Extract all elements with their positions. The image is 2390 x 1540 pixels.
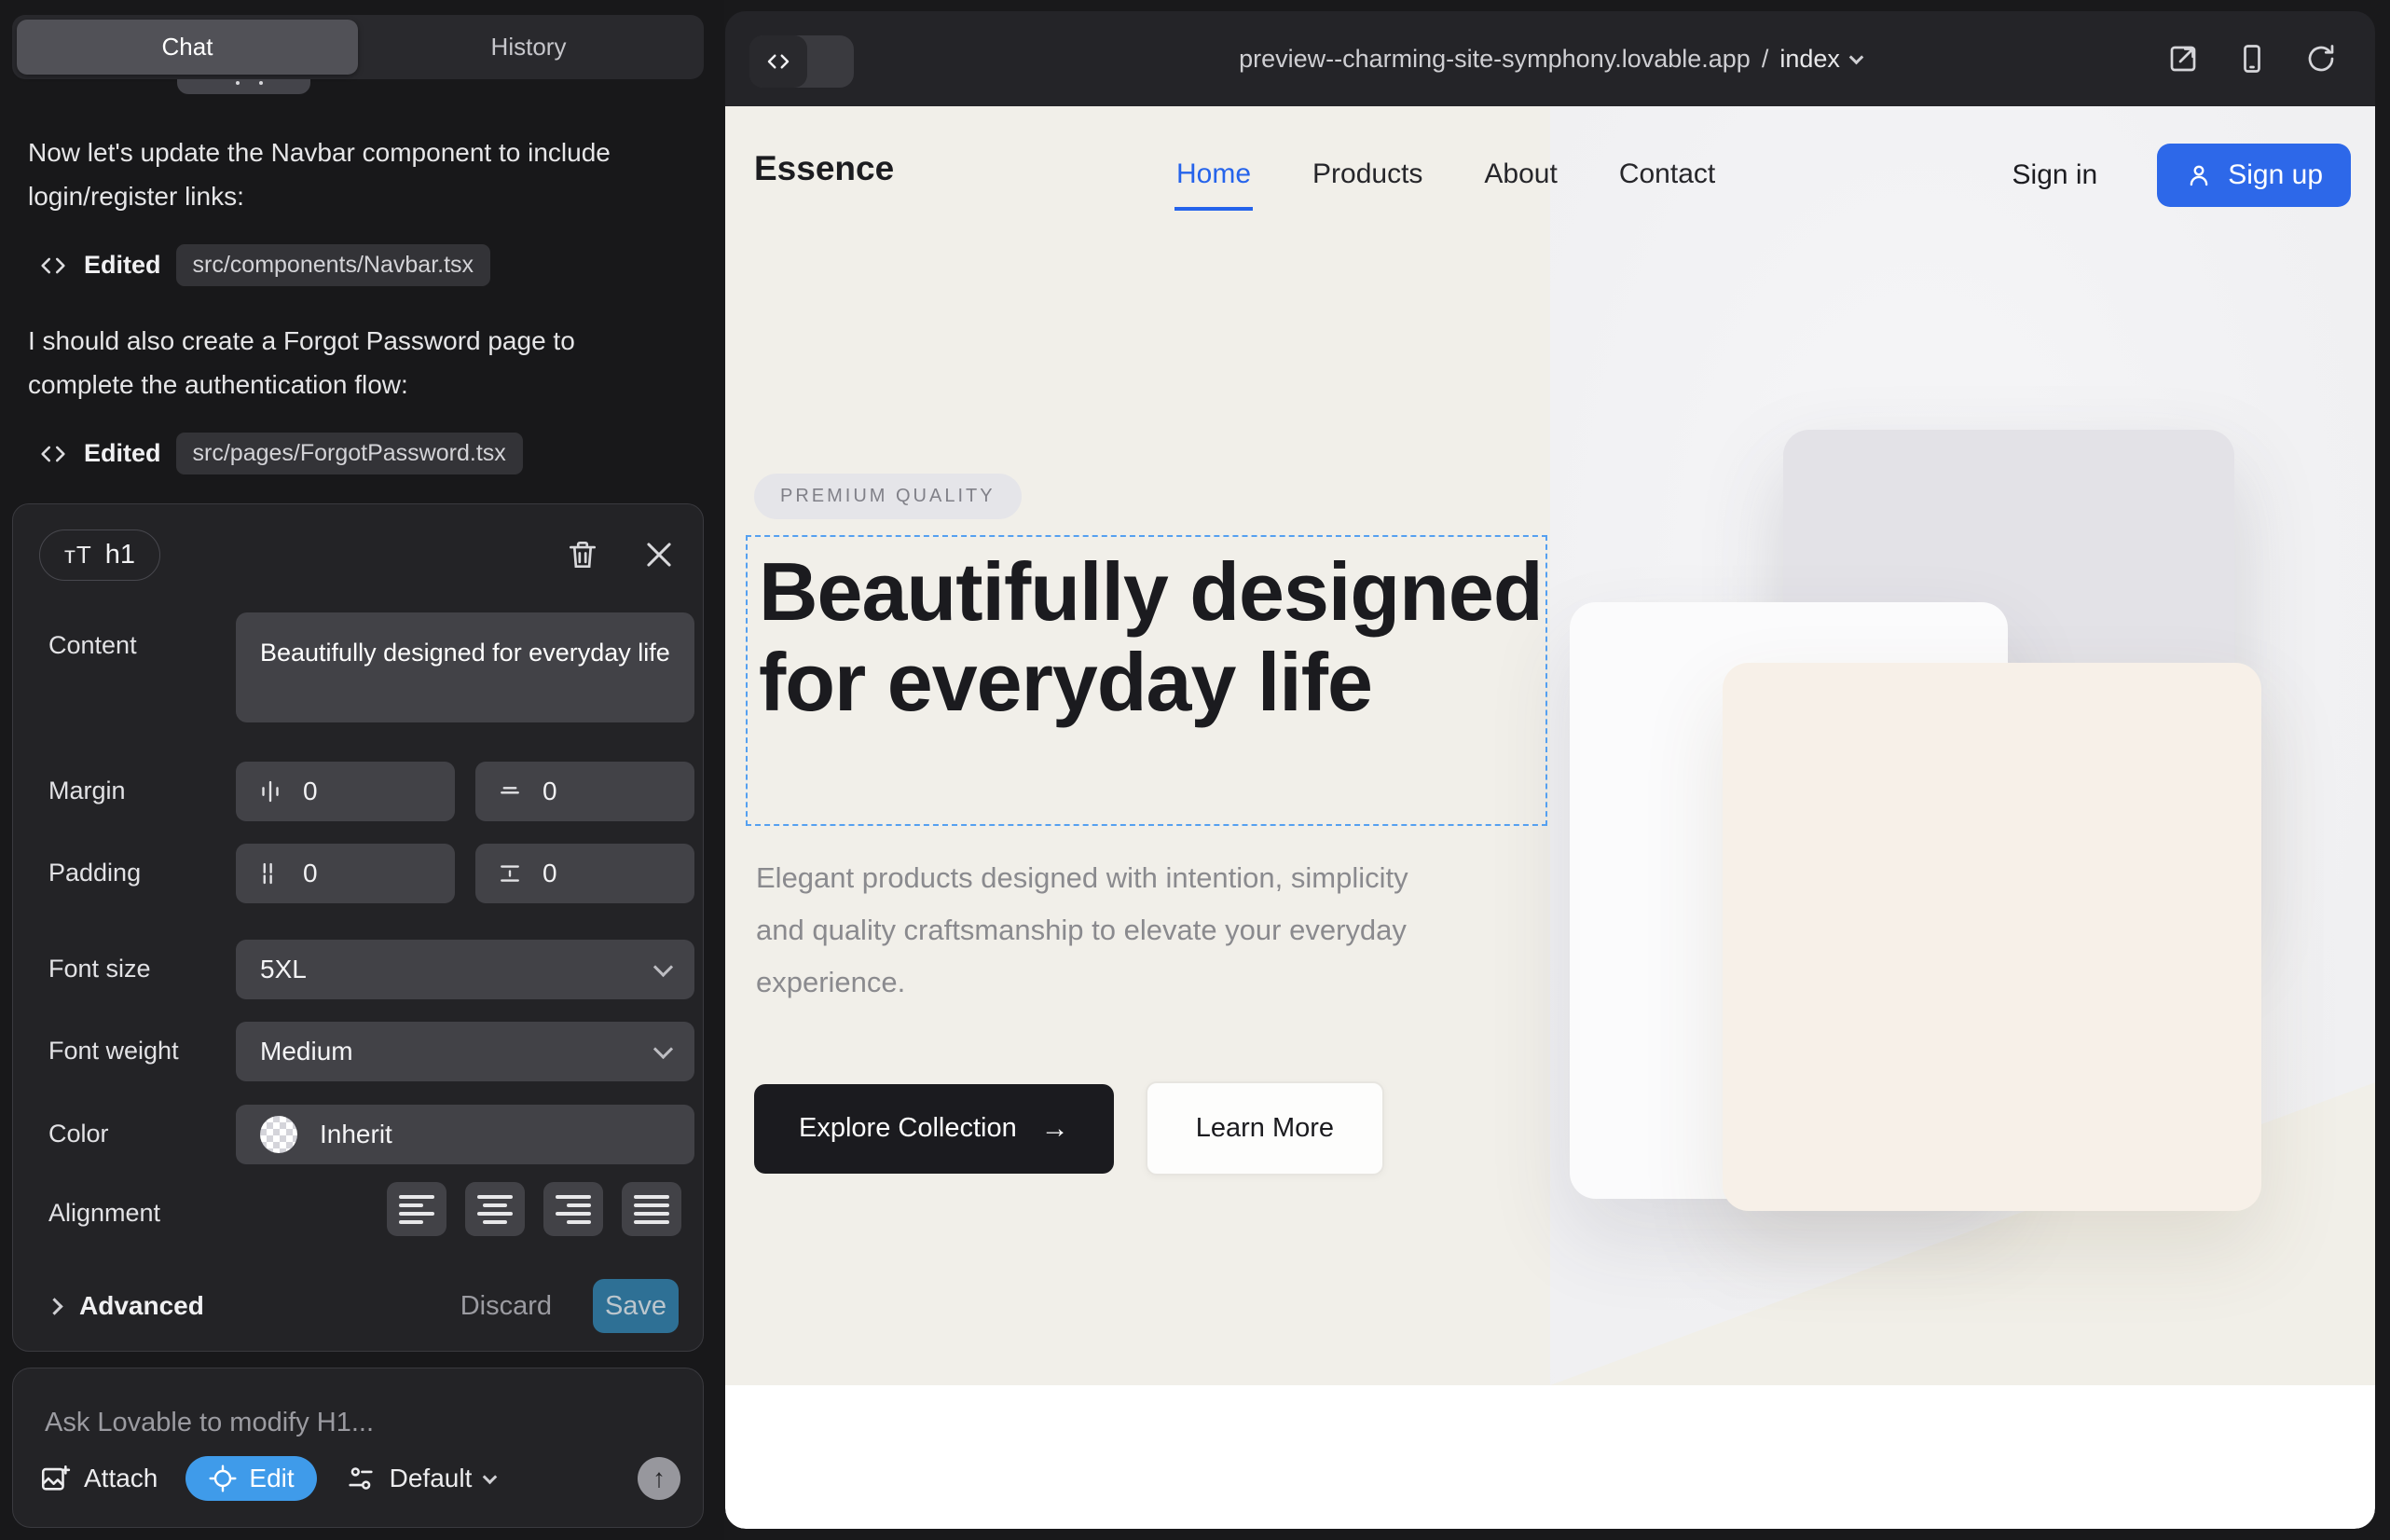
margin-horizontal-input[interactable]: 0	[236, 762, 455, 821]
content-input[interactable]: Beautifully designed for everyday life	[236, 612, 694, 722]
close-icon[interactable]	[641, 537, 677, 572]
lovable-workspace: Chat History Now let's update the Navbar…	[0, 0, 2390, 1540]
target-icon	[208, 1464, 238, 1493]
align-center-button[interactable]	[465, 1182, 525, 1236]
nav-link-about[interactable]: About	[1484, 158, 1557, 190]
code-icon	[37, 438, 69, 470]
chevron-down-icon	[483, 1469, 498, 1484]
edited-file-row[interactable]: Edited src/pages/ForgotPassword.tsx	[37, 433, 523, 474]
discard-button[interactable]: Discard	[460, 1291, 552, 1322]
page-selector[interactable]: index	[1779, 45, 1840, 74]
nav-link-products[interactable]: Products	[1312, 158, 1422, 190]
model-default-button[interactable]: Default	[345, 1463, 496, 1494]
transparent-swatch-icon	[260, 1116, 297, 1153]
content-label: Content	[48, 631, 137, 660]
decorative-card-cream	[1723, 663, 2261, 1211]
selected-element-pill[interactable]: тT h1	[39, 529, 160, 581]
chevron-right-icon	[46, 1298, 62, 1314]
save-button[interactable]: Save	[593, 1279, 679, 1333]
edited-file-row[interactable]: Edited src/components/Navbar.tsx	[37, 244, 490, 286]
margin-vertical-input[interactable]: 0	[475, 762, 694, 821]
font-size-label: Font size	[48, 955, 151, 983]
chevron-down-icon	[653, 956, 673, 976]
font-weight-label: Font weight	[48, 1037, 179, 1066]
advanced-toggle[interactable]: Advanced	[48, 1291, 204, 1321]
attach-image-icon	[39, 1463, 71, 1494]
sign-in-link[interactable]: Sign in	[2012, 159, 2098, 191]
sliders-icon	[345, 1463, 377, 1494]
site-logo[interactable]: Essence	[754, 149, 894, 188]
padding-label: Padding	[48, 859, 141, 887]
path-separator: /	[1762, 45, 1769, 74]
preview-browser: preview--charming-site-symphony.lovable.…	[725, 11, 2375, 1529]
padding-horizontal-icon	[256, 859, 284, 887]
address-bar[interactable]: preview--charming-site-symphony.lovable.…	[725, 11, 2375, 106]
sign-up-button[interactable]: Sign up	[2157, 144, 2351, 207]
hero-description: Elegant products designed with intention…	[756, 852, 1446, 1009]
edit-mode-button[interactable]: Edit	[185, 1456, 316, 1501]
tab-history[interactable]: History	[358, 20, 699, 75]
learn-more-button[interactable]: Learn More	[1146, 1081, 1384, 1176]
hero-heading[interactable]: Beautifully designed for everyday life	[759, 546, 1560, 727]
attach-button[interactable]: Attach	[39, 1463, 158, 1494]
preview-url: preview--charming-site-symphony.lovable.…	[1239, 45, 1751, 74]
chat-input[interactable]: Ask Lovable to modify H1...	[45, 1408, 374, 1438]
scrolled-chip-fragment	[177, 79, 310, 94]
alignment-label: Alignment	[48, 1199, 160, 1228]
alignment-group	[387, 1182, 681, 1236]
mobile-view-icon[interactable]	[2235, 42, 2269, 76]
arrow-right-icon	[1041, 1113, 1069, 1145]
chat-composer: Ask Lovable to modify H1... Attach Edit	[12, 1368, 704, 1528]
align-right-button[interactable]	[543, 1182, 603, 1236]
margin-horizontal-icon	[256, 777, 284, 805]
code-icon	[37, 250, 69, 282]
user-icon	[2185, 161, 2213, 189]
nav-link-home[interactable]: Home	[1176, 158, 1251, 190]
color-select[interactable]: Inherit	[236, 1105, 694, 1164]
padding-vertical-icon	[496, 859, 524, 887]
premium-quality-badge: PREMIUM QUALITY	[754, 474, 1022, 519]
open-external-icon[interactable]	[2166, 42, 2200, 76]
chevron-down-icon	[1849, 49, 1864, 64]
align-left-button[interactable]	[387, 1182, 446, 1236]
padding-horizontal-input[interactable]: 0	[236, 844, 455, 903]
panel-tabs: Chat History	[12, 15, 704, 79]
text-type-icon: тT	[64, 541, 92, 570]
margin-vertical-icon	[496, 777, 524, 805]
font-weight-select[interactable]: Medium	[236, 1022, 694, 1081]
assistant-message: I should also create a Forgot Password p…	[28, 319, 643, 406]
explore-collection-button[interactable]: Explore Collection	[754, 1084, 1114, 1174]
file-chip[interactable]: src/components/Navbar.tsx	[176, 244, 491, 286]
hero-section: Essence Home Products About Contact Sign…	[725, 106, 2375, 1385]
color-label: Color	[48, 1120, 109, 1148]
browser-toolbar: preview--charming-site-symphony.lovable.…	[725, 11, 2375, 106]
selected-element-tag: h1	[105, 540, 135, 571]
edited-label: Edited	[84, 251, 161, 280]
site-viewport: Essence Home Products About Contact Sign…	[725, 106, 2375, 1529]
padding-vertical-input[interactable]: 0	[475, 844, 694, 903]
edited-label: Edited	[84, 439, 161, 468]
chevron-down-icon	[653, 1038, 673, 1058]
tab-chat[interactable]: Chat	[17, 20, 358, 75]
site-navbar: Essence Home Products About Contact Sign…	[725, 106, 2375, 246]
margin-label: Margin	[48, 777, 126, 805]
element-editor-panel: тT h1 Content Beautifully designed for e…	[12, 503, 704, 1352]
delete-element-icon[interactable]	[565, 537, 600, 572]
chat-panel: Chat History Now let's update the Navbar…	[0, 0, 724, 1540]
refresh-icon[interactable]	[2304, 42, 2338, 76]
align-justify-button[interactable]	[622, 1182, 681, 1236]
file-chip[interactable]: src/pages/ForgotPassword.tsx	[176, 433, 523, 474]
assistant-message: Now let's update the Navbar component to…	[28, 131, 643, 218]
font-size-select[interactable]: 5XL	[236, 940, 694, 999]
nav-link-contact[interactable]: Contact	[1619, 158, 1715, 190]
send-button[interactable]	[638, 1457, 680, 1500]
